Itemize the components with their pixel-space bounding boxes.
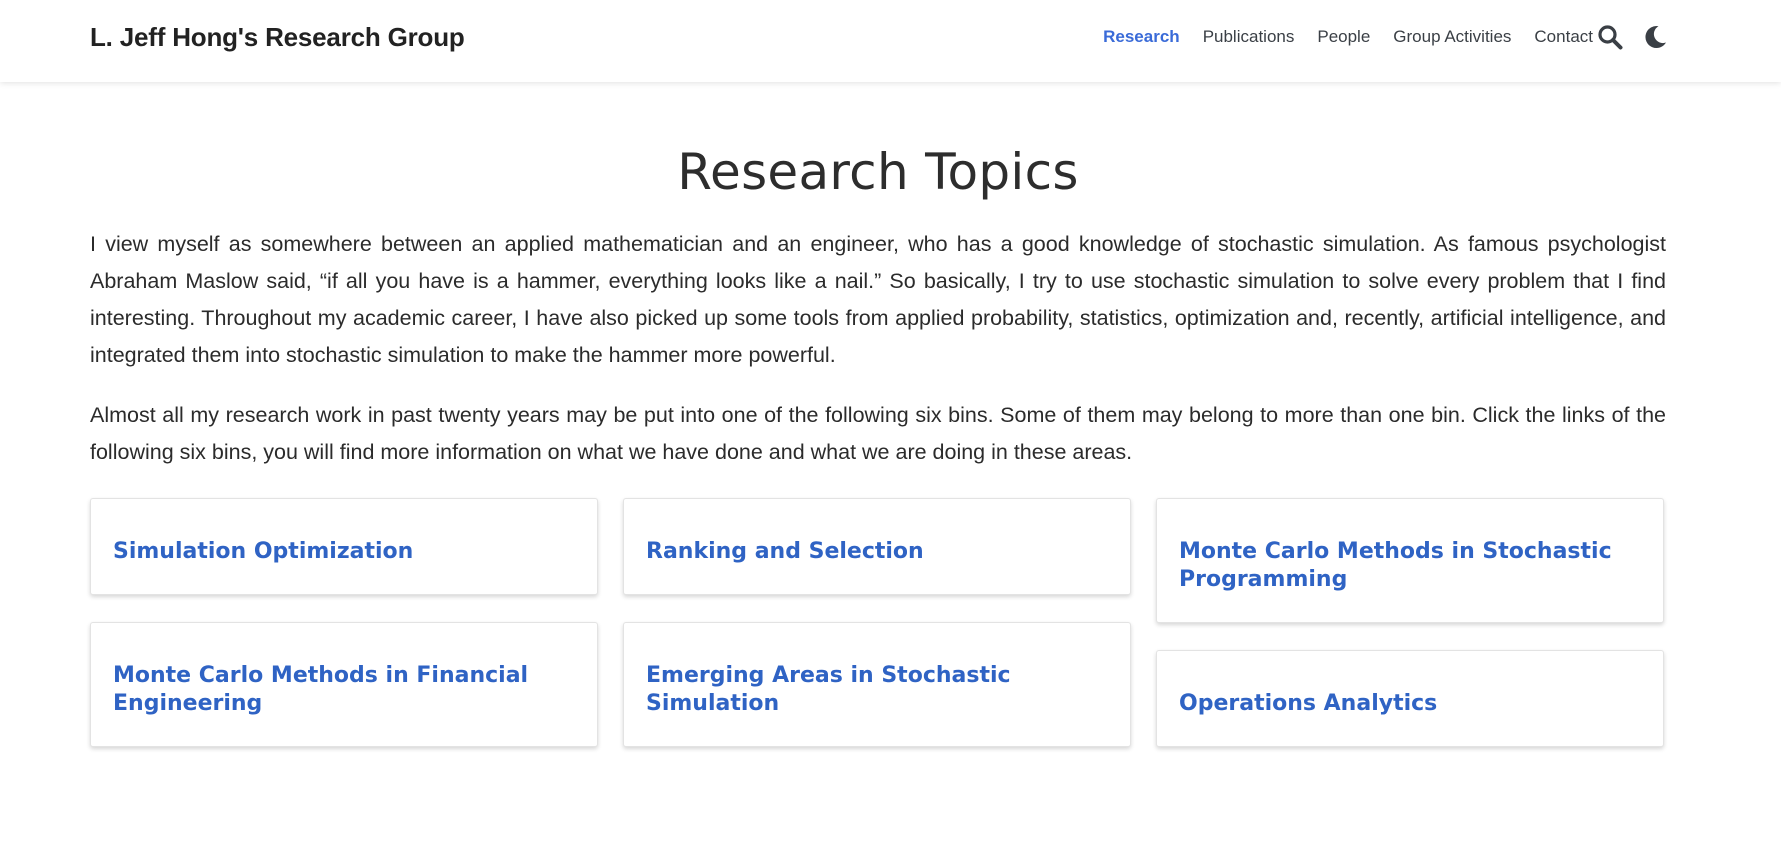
moon-icon[interactable] [1641,23,1669,51]
topic-card-title[interactable]: Monte Carlo Methods in Financial Enginee… [113,652,575,718]
nav-link-publications[interactable]: Publications [1203,27,1295,47]
main-nav: Research Publications People Group Activ… [1103,27,1593,47]
nav-link-research[interactable]: Research [1103,27,1180,47]
topic-card-operations-analytics[interactable]: Operations Analytics [1156,650,1664,747]
page-title: Research Topics [677,143,1079,201]
topic-card-simulation-optimization[interactable]: Simulation Optimization [90,498,598,595]
topic-card-title[interactable]: Operations Analytics [1179,680,1437,718]
nav-link-contact[interactable]: Contact [1534,27,1593,47]
topic-card-financial-engineering[interactable]: Monte Carlo Methods in Financial Enginee… [90,622,598,747]
topic-card-emerging-areas[interactable]: Emerging Areas in Stochastic Simulation [623,622,1131,747]
card-column-3: Monte Carlo Methods in Stochastic Progra… [1156,498,1664,747]
card-column-2: Ranking and Selection Emerging Areas in … [623,498,1131,747]
card-column-1: Simulation Optimization Monte Carlo Meth… [90,498,598,747]
topic-card-stochastic-programming[interactable]: Monte Carlo Methods in Stochastic Progra… [1156,498,1664,623]
topic-card-title[interactable]: Simulation Optimization [113,528,413,566]
main-content: Research Topics I view myself as somewhe… [90,82,1666,747]
intro-paragraph-1: I view myself as somewhere between an ap… [90,232,1666,367]
top-navbar: L. Jeff Hong's Research Group Research P… [0,0,1781,82]
nav-link-group-activities[interactable]: Group Activities [1393,27,1511,47]
intro-paragraph-2: Almost all my research work in past twen… [90,403,1666,464]
topic-card-title[interactable]: Monte Carlo Methods in Stochastic Progra… [1179,528,1641,594]
site-brand[interactable]: L. Jeff Hong's Research Group [90,22,465,53]
topic-card-title[interactable]: Ranking and Selection [646,528,924,566]
research-topic-cards: Simulation Optimization Monte Carlo Meth… [90,498,1666,758]
topic-card-title[interactable]: Emerging Areas in Stochastic Simulation [646,652,1108,718]
nav-link-people[interactable]: People [1317,27,1370,47]
search-icon[interactable] [1596,23,1624,51]
topic-card-ranking-selection[interactable]: Ranking and Selection [623,498,1131,595]
